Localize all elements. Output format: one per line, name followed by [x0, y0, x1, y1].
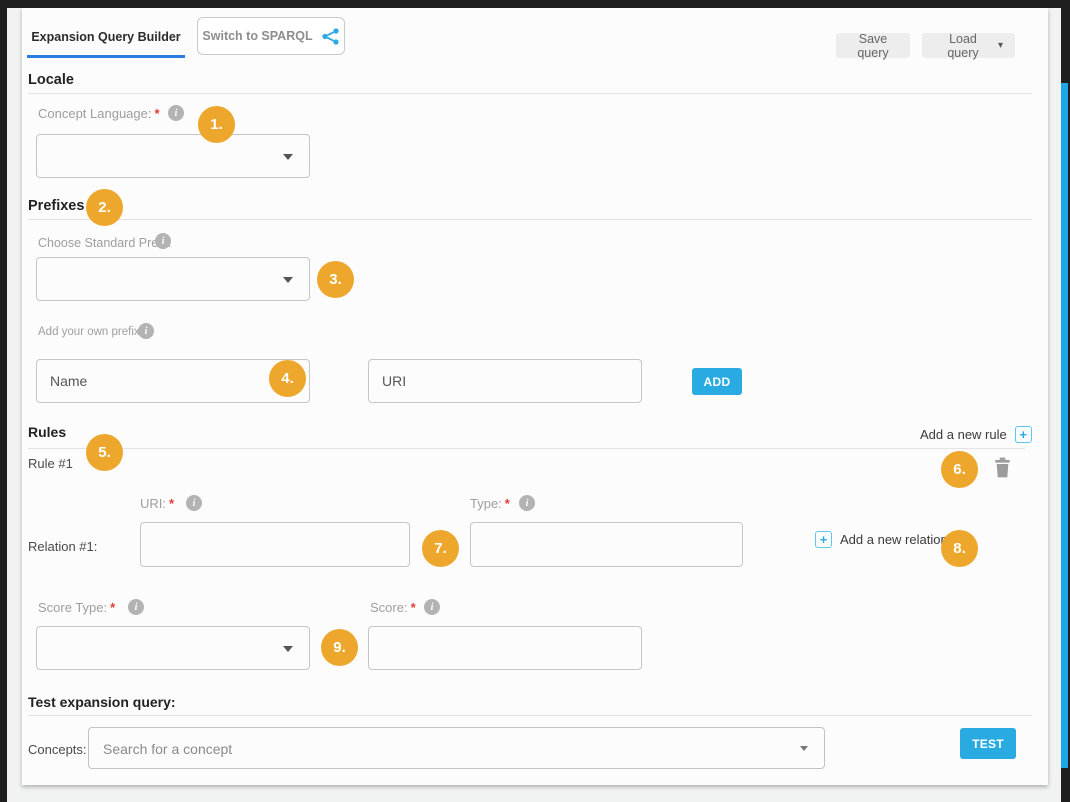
concepts-placeholder: Search for a concept — [103, 728, 232, 770]
test-button[interactable]: TEST — [960, 728, 1016, 759]
chevron-down-icon — [800, 746, 808, 751]
required-asterisk: * — [154, 106, 159, 121]
chevron-down-icon — [283, 154, 293, 160]
info-icon[interactable]: i — [424, 599, 440, 615]
relation-row-label: Relation #1: — [28, 539, 97, 554]
standard-prefix-select[interactable] — [36, 257, 310, 301]
info-icon[interactable]: i — [519, 495, 535, 511]
save-query-button[interactable]: Save query — [836, 33, 910, 58]
relation-uri-label: URI:* — [140, 496, 174, 511]
tab-expansion-query-builder[interactable]: Expansion Query Builder — [27, 20, 185, 54]
plus-icon: + — [815, 531, 832, 548]
load-query-button[interactable]: Load query ▾ — [922, 33, 1015, 58]
frame-corner — [1061, 8, 1068, 83]
page-background: Expansion Query Builder Switch to SPARQL… — [7, 8, 1068, 802]
concept-language-label: Concept Language:* — [38, 106, 160, 121]
active-tab-underline — [27, 55, 185, 58]
locale-section-title: Locale — [28, 72, 74, 88]
prefixes-section-title: Prefixes — [28, 198, 84, 214]
step-badge-8: 8. — [941, 530, 978, 567]
divider — [28, 93, 1032, 94]
score-label: Score:* — [370, 600, 416, 615]
add-new-rule-label: Add a new rule — [920, 427, 1007, 442]
concepts-search-select[interactable]: Search for a concept — [88, 727, 825, 769]
divider — [28, 219, 1032, 220]
load-query-label: Load query — [934, 32, 992, 60]
switch-to-sparql-label: Switch to SPARQL — [202, 29, 312, 43]
step-badge-3: 3. — [317, 261, 354, 298]
score-type-label: Score Type:* — [38, 600, 115, 615]
share-icon — [321, 27, 340, 46]
required-asterisk: * — [169, 496, 174, 511]
chevron-down-icon — [283, 646, 293, 652]
score-type-select[interactable] — [36, 626, 310, 670]
concept-language-select[interactable] — [36, 134, 310, 178]
step-badge-9: 9. — [321, 629, 358, 666]
step-badge-5: 5. — [86, 434, 123, 471]
info-icon[interactable]: i — [168, 105, 184, 121]
info-icon[interactable]: i — [155, 233, 171, 249]
step-badge-7: 7. — [422, 530, 459, 567]
rules-section-title: Rules — [28, 424, 66, 440]
required-asterisk: * — [411, 600, 416, 615]
frame-corner — [1061, 768, 1068, 802]
divider — [28, 715, 1032, 716]
add-new-relation-label: Add a new relation — [840, 532, 948, 547]
chevron-down-icon: ▾ — [998, 41, 1003, 51]
add-new-relation-button[interactable]: + Add a new relation — [815, 531, 948, 548]
add-new-rule-button[interactable]: Add a new rule + — [920, 426, 1032, 443]
step-badge-1: 1. — [198, 106, 235, 143]
info-icon[interactable]: i — [138, 323, 154, 339]
plus-icon: + — [1015, 426, 1032, 443]
step-badge-2: 2. — [86, 189, 123, 226]
chevron-down-icon — [283, 277, 293, 283]
standard-prefix-label: Choose Standard Prefix — [38, 236, 171, 250]
step-badge-4: 4. — [269, 360, 306, 397]
relation-uri-input[interactable] — [140, 522, 410, 567]
trash-icon[interactable] — [993, 457, 1012, 481]
prefix-uri-input[interactable] — [368, 359, 642, 403]
step-badge-6: 6. — [941, 451, 978, 488]
relation-type-input[interactable] — [470, 522, 743, 567]
score-input[interactable] — [368, 626, 642, 670]
own-prefix-label: Add your own prefix — [38, 326, 140, 338]
add-prefix-button[interactable]: ADD — [692, 368, 742, 395]
required-asterisk: * — [110, 600, 115, 615]
required-asterisk: * — [505, 496, 510, 511]
save-query-label: Save query — [848, 32, 898, 60]
info-icon[interactable]: i — [186, 495, 202, 511]
test-section-title: Test expansion query: — [28, 694, 176, 710]
rule-title: Rule #1 — [28, 456, 73, 471]
concepts-label: Concepts: — [28, 742, 87, 757]
query-builder-panel: Expansion Query Builder Switch to SPARQL… — [22, 8, 1048, 785]
vertical-scrollbar[interactable] — [1061, 83, 1068, 768]
relation-type-label: Type:* — [470, 496, 510, 511]
divider — [28, 448, 1025, 449]
info-icon[interactable]: i — [128, 599, 144, 615]
switch-to-sparql-button[interactable]: Switch to SPARQL — [197, 17, 345, 55]
